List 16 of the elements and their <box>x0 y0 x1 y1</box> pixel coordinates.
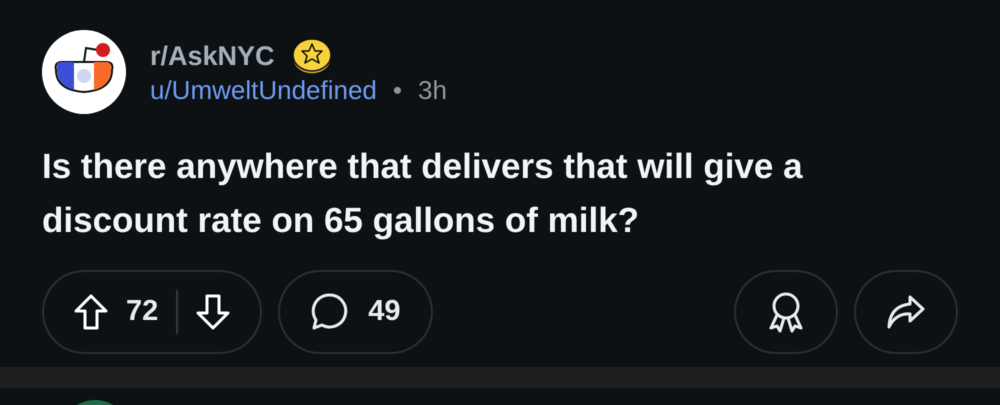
award-button[interactable] <box>734 270 838 354</box>
post-title[interactable]: Is there anywhere that delivers that will give a discount rate on 65 gallons of milk? <box>42 140 872 248</box>
award-icon <box>767 290 805 334</box>
star-coin-icon <box>290 37 333 76</box>
separator-dot: • <box>392 75 402 107</box>
downvote-icon[interactable] <box>196 294 230 330</box>
share-icon <box>886 294 926 330</box>
post-time: 3h <box>418 75 447 107</box>
upvote-icon[interactable] <box>74 294 108 330</box>
comments-button[interactable]: 49 <box>278 270 433 354</box>
share-button[interactable] <box>854 270 958 354</box>
vote-count: 72 <box>126 294 158 330</box>
author-link[interactable]: u/UmweltUndefined <box>150 75 377 107</box>
comment-icon <box>310 292 350 332</box>
subreddit-avatar-icon[interactable] <box>42 30 126 114</box>
subreddit-name[interactable]: r/AskNYC <box>150 40 275 73</box>
